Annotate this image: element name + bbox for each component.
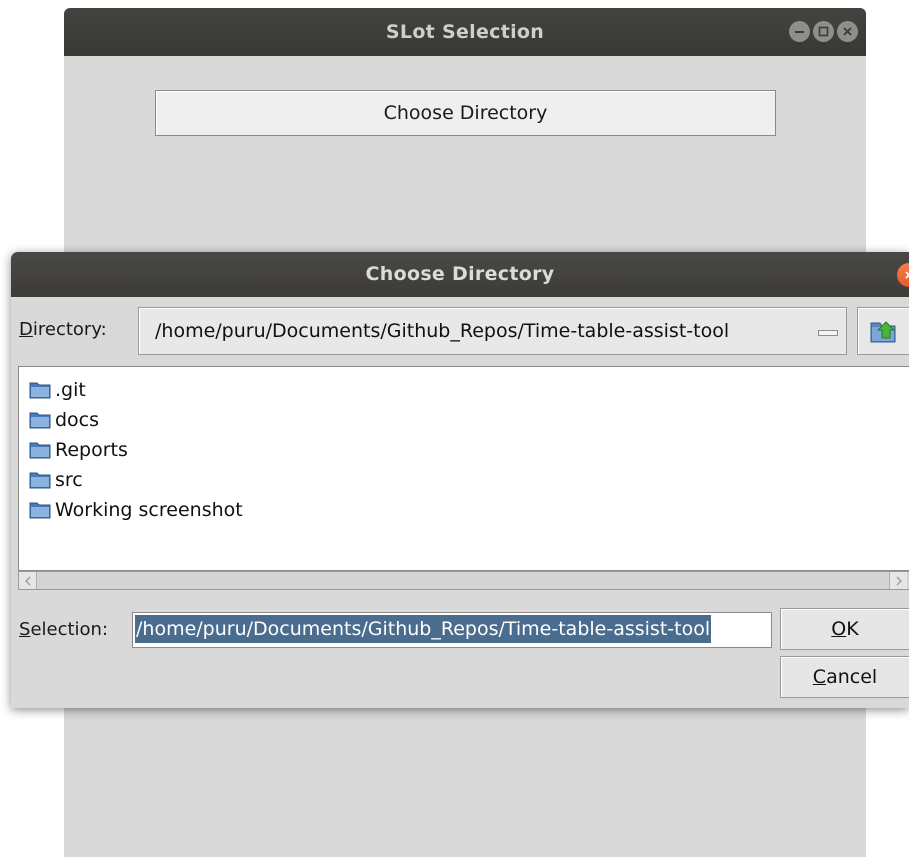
list-item[interactable]: Reports bbox=[29, 435, 128, 465]
close-button[interactable] bbox=[837, 21, 858, 42]
folder-icon bbox=[29, 412, 51, 429]
folder-icon bbox=[29, 472, 51, 489]
folder-name: src bbox=[55, 469, 83, 491]
selection-input[interactable]: /home/puru/Documents/Github_Repos/Time-t… bbox=[132, 612, 772, 648]
window-controls bbox=[789, 21, 858, 43]
dialog-titlebar[interactable]: Choose Directory bbox=[11, 252, 909, 297]
arrow-left-icon bbox=[24, 576, 30, 585]
up-folder-icon bbox=[870, 321, 896, 343]
choose-directory-dialog: Choose Directory Directory: /home/puru/D… bbox=[11, 252, 909, 708]
list-item[interactable]: Working screenshot bbox=[29, 495, 243, 525]
ok-button[interactable]: OK bbox=[780, 608, 909, 650]
folder-icon bbox=[29, 442, 51, 459]
choose-directory-button[interactable]: Choose Directory bbox=[155, 90, 776, 136]
folder-list[interactable]: .git docs Reports src Working screenshot bbox=[18, 366, 909, 571]
main-window-title: SLot Selection bbox=[385, 21, 545, 43]
close-icon bbox=[843, 27, 852, 36]
folder-name: .git bbox=[55, 379, 86, 401]
folder-name: Working screenshot bbox=[55, 499, 243, 521]
selection-label: Selection: bbox=[19, 619, 109, 640]
main-window-titlebar[interactable]: SLot Selection bbox=[64, 8, 866, 56]
folder-name: Reports bbox=[55, 439, 128, 461]
minimize-icon bbox=[795, 31, 804, 33]
dialog-title: Choose Directory bbox=[365, 263, 555, 285]
horizontal-scrollbar[interactable] bbox=[18, 571, 909, 590]
close-icon bbox=[905, 271, 909, 279]
maximize-button[interactable] bbox=[813, 21, 834, 42]
minimize-button[interactable] bbox=[789, 21, 810, 42]
arrow-right-icon bbox=[896, 576, 902, 585]
folder-icon bbox=[29, 502, 51, 519]
up-folder-button[interactable] bbox=[857, 307, 909, 355]
list-item[interactable]: src bbox=[29, 465, 83, 495]
directory-value: /home/puru/Documents/Github_Repos/Time-t… bbox=[155, 320, 730, 342]
directory-combobox[interactable]: /home/puru/Documents/Github_Repos/Time-t… bbox=[138, 307, 847, 355]
folder-icon bbox=[29, 382, 51, 399]
scroll-left-button[interactable] bbox=[19, 572, 37, 589]
cancel-button[interactable]: Cancel bbox=[780, 656, 909, 698]
list-item[interactable]: docs bbox=[29, 405, 99, 435]
combobox-indicator-icon bbox=[818, 330, 838, 336]
scroll-right-button[interactable] bbox=[889, 572, 907, 589]
selection-value: /home/puru/Documents/Github_Repos/Time-t… bbox=[135, 615, 712, 643]
maximize-icon bbox=[818, 26, 829, 37]
list-item[interactable]: .git bbox=[29, 375, 86, 405]
directory-label: Directory: bbox=[19, 319, 107, 340]
folder-name: docs bbox=[55, 409, 100, 431]
